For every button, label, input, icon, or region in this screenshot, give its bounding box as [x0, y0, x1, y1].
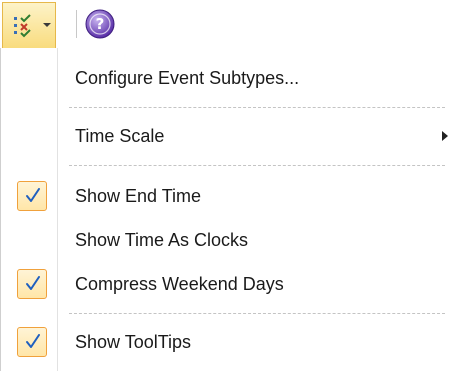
toolbar-separator [76, 10, 77, 38]
menu-item-label: Compress Weekend Days [75, 274, 284, 294]
options-menu: Configure Event Subtypes... Time Scale S… [0, 48, 459, 371]
menu-separator [69, 313, 445, 314]
checkmark-icon [26, 276, 40, 290]
checkmark-icon [26, 188, 40, 202]
options-dropdown-button[interactable] [2, 2, 56, 48]
chevron-down-icon [43, 23, 51, 27]
menu-item-label: Configure Event Subtypes... [75, 68, 300, 88]
menu-separator [69, 165, 445, 166]
checked-indicator [17, 269, 47, 299]
submenu-arrow-icon [442, 131, 448, 141]
menu-item-configure-event-subtypes[interactable]: Configure Event Subtypes... [1, 56, 459, 100]
checklist-icon [14, 14, 31, 38]
menu-item-time-scale[interactable]: Time Scale [1, 114, 459, 158]
checkmark-icon [26, 334, 40, 348]
menu-item-compress-weekend-days[interactable]: Compress Weekend Days [1, 262, 459, 306]
menu-separator [69, 107, 445, 108]
menu-item-show-tooltips[interactable]: Show ToolTips [1, 320, 459, 364]
menu-item-label: Show ToolTips [75, 332, 192, 352]
timeline-options-window: ? Configure Event Subtypes... Time Scale… [0, 0, 459, 371]
help-icon[interactable]: ? [84, 8, 116, 40]
menu-item-show-end-time[interactable]: Show End Time [1, 174, 459, 218]
menu-item-label: Show Time As Clocks [75, 230, 249, 250]
checked-indicator [17, 181, 47, 211]
svg-text:?: ? [96, 15, 105, 33]
menu-item-label: Time Scale [75, 126, 165, 146]
toolbar: ? [0, 0, 459, 48]
checked-indicator [17, 327, 47, 357]
menu-item-show-time-as-clocks[interactable]: Show Time As Clocks [1, 218, 459, 262]
menu-item-label: Show End Time [75, 186, 202, 206]
